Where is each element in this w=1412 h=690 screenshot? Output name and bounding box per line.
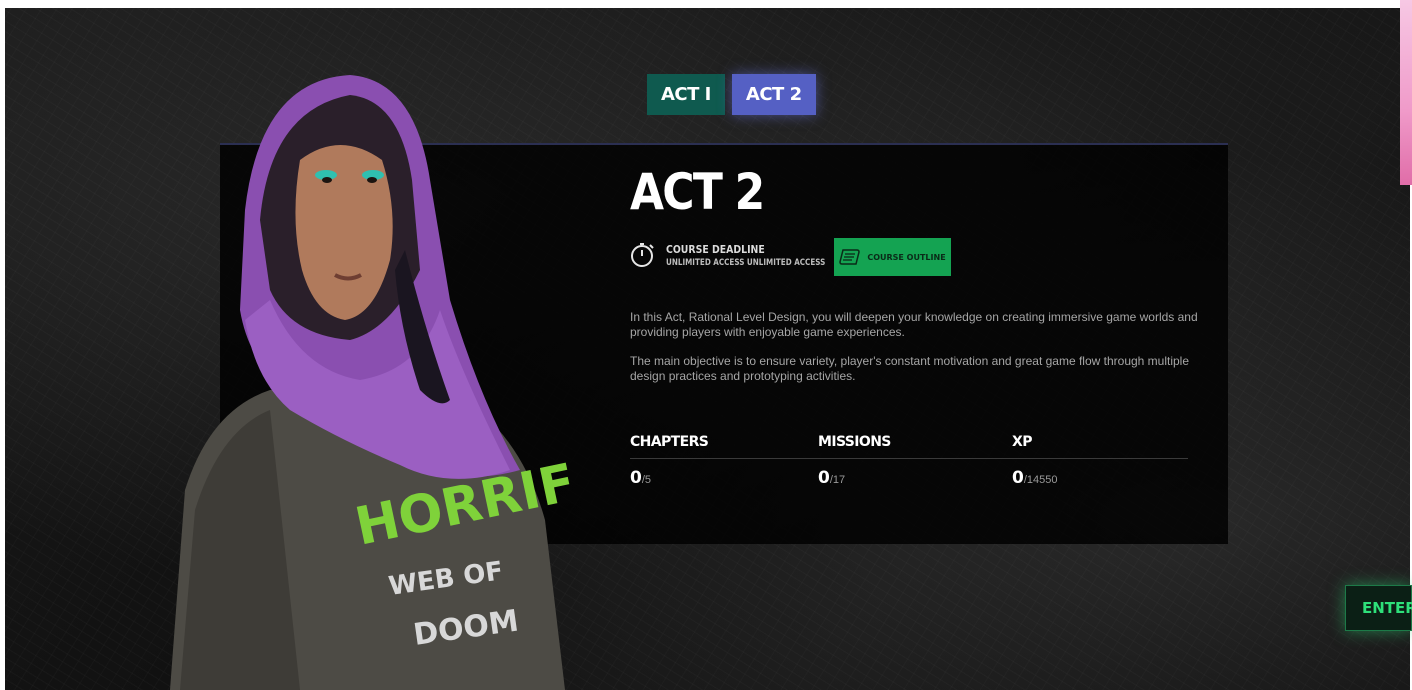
enter-button[interactable]: ENTER xyxy=(1345,585,1412,631)
course-outline-label: COURSE OUTLINE xyxy=(867,252,946,262)
progress-stats: CHAPTERS 0/5 MISSIONS 0/17 XP 0/14550 xyxy=(630,434,1188,488)
stat-value: 0 xyxy=(1012,468,1024,488)
deadline-value: UNLIMITED ACCESS UNLIMITED ACCESS xyxy=(666,257,826,268)
tab-act-2[interactable]: ACT 2 xyxy=(731,74,816,115)
act-tabs: ACT I ACT 2 xyxy=(647,74,816,115)
stat-missions: MISSIONS 0/17 xyxy=(818,434,1012,488)
stat-total: /14550 xyxy=(1023,474,1058,486)
scroll-icon xyxy=(839,249,861,265)
character-portrait: HORRIFIC WEB OF DOOM xyxy=(170,75,570,690)
course-deadline: COURSE DEADLINE UNLIMITED ACCESS UNLIMIT… xyxy=(630,242,865,268)
stat-xp: XP 0/14550 xyxy=(1012,434,1188,488)
stat-value: 0 xyxy=(630,468,642,488)
side-edge-accent xyxy=(1400,0,1412,185)
enter-label: ENTER xyxy=(1362,599,1412,617)
stat-label: MISSIONS xyxy=(818,434,1012,459)
description-paragraph-1: In this Act, Rational Level Design, you … xyxy=(630,310,1198,339)
act-title: ACT 2 xyxy=(630,163,765,221)
stat-total: /17 xyxy=(829,474,846,486)
stat-value: 0 xyxy=(818,468,830,488)
stat-chapters: CHAPTERS 0/5 xyxy=(630,434,818,488)
stopwatch-icon xyxy=(631,243,654,267)
deadline-label: COURSE DEADLINE xyxy=(666,242,765,256)
course-outline-button[interactable]: COURSE OUTLINE xyxy=(834,238,951,276)
act-description: In this Act, Rational Level Design, you … xyxy=(630,310,1210,398)
stat-total: /5 xyxy=(641,474,652,486)
tab-act-1[interactable]: ACT I xyxy=(647,74,725,115)
stat-label: CHAPTERS xyxy=(630,434,818,459)
stat-label: XP xyxy=(1012,434,1188,459)
description-paragraph-2: The main objective is to ensure variety,… xyxy=(630,354,1190,383)
